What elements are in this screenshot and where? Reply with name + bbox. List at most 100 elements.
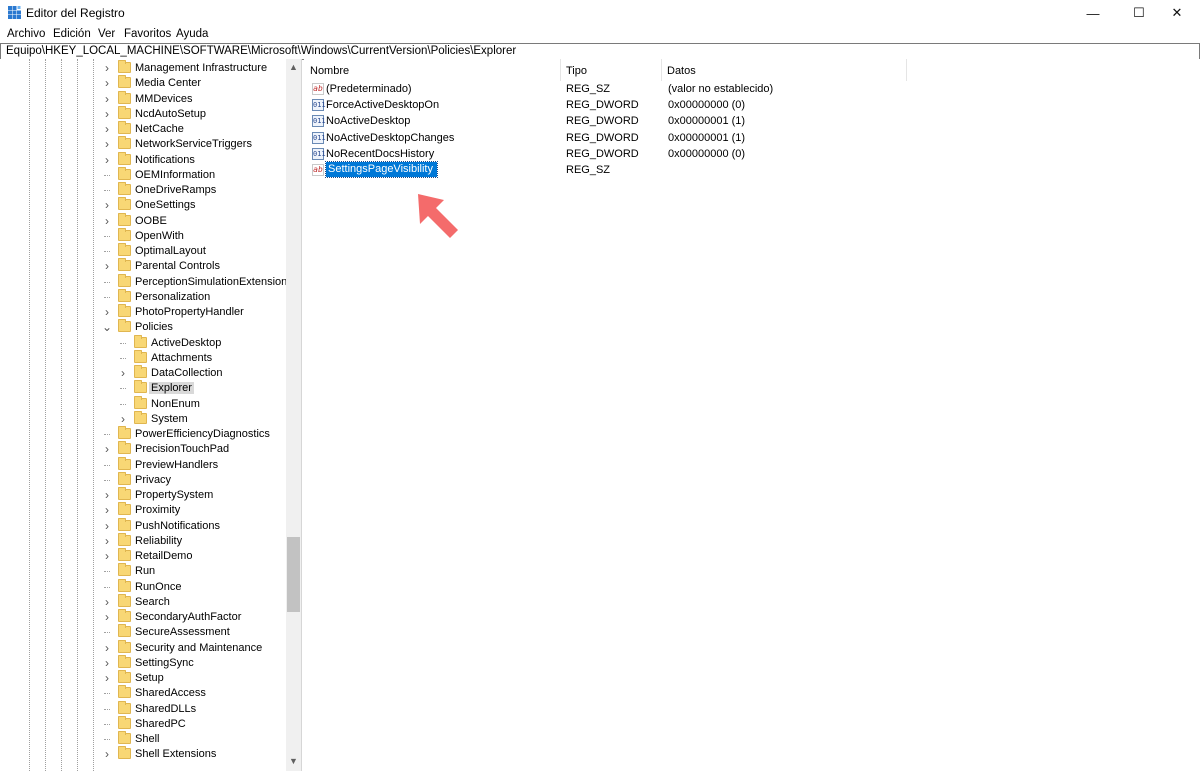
chevron-right-icon[interactable]: › [118,367,128,379]
value-row[interactable]: 011 NoActiveDesktopChanges REG_DWORD 0x0000… [304,130,1200,146]
tree-item-notifications[interactable]: › Notifications [0,151,286,168]
scroll-thumb[interactable] [287,537,300,612]
chevron-right-icon[interactable]: › [102,93,112,105]
value-row[interactable]: 011 ForceActiveDesktopOn REG_DWORD 0x000000… [304,97,1200,113]
tree-item-powerefficiencydiagnostics[interactable]: PowerEfficiencyDiagnostics [0,426,286,442]
tree-item-propertysystem[interactable]: › PropertySystem [0,487,286,503]
tree-item-privacy[interactable]: Privacy [0,471,286,488]
chevron-right-icon[interactable]: › [102,520,112,532]
tree-item-sharedaccess[interactable]: SharedAccess [0,685,286,701]
tree-item-datacollection[interactable]: › DataCollection [0,365,286,381]
value-list[interactable]: Nombre Tipo Datos ab (Predeterminado) REG_… [304,59,1200,771]
chevron-right-icon[interactable]: › [102,611,112,623]
minimize-button[interactable]: — [1070,0,1116,26]
tree-item-netcache[interactable]: › NetCache [0,121,286,137]
column-header-datos[interactable]: Datos [661,59,907,81]
chevron-right-icon[interactable]: › [118,413,128,425]
tree-item-onesettings[interactable]: › OneSettings [0,197,286,213]
chevron-right-icon[interactable]: › [102,154,112,166]
value-name: NoActiveDesktopChanges [326,131,455,144]
scroll-up-icon[interactable]: ▲ [286,59,301,75]
chevron-right-icon[interactable]: › [102,443,112,455]
tree-item-runonce[interactable]: RunOnce [0,578,286,595]
tree-item-settingsync[interactable]: › SettingSync [0,654,286,671]
chevron-right-icon[interactable]: › [102,550,112,562]
tree-item-pushnotifications[interactable]: › PushNotifications [0,517,286,534]
tree-item-previewhandlers[interactable]: PreviewHandlers [0,456,286,473]
tree-item-security-and-maintenance[interactable]: › Security and Maintenance [0,639,286,656]
tree-item-activedesktop[interactable]: ActiveDesktop [0,334,286,351]
column-header-nombre[interactable]: Nombre [304,59,561,81]
tree-item-system[interactable]: › System [0,410,286,427]
tree-item-reliability[interactable]: › Reliability [0,532,286,549]
close-button[interactable]: ✕ [1154,0,1200,26]
tree-item-precisiontouchpad[interactable]: › PrecisionTouchPad [0,441,286,457]
tree-item-setup[interactable]: › Setup [0,670,286,686]
tree-item-oeminformation[interactable]: OEMInformation [0,166,286,183]
tree-item-attachments[interactable]: Attachments [0,349,286,366]
folder-icon [134,380,147,394]
tree-scrollbar[interactable]: ▲ ▼ [286,59,301,771]
tree-item-shell-extensions[interactable]: › Shell Extensions [0,746,286,762]
tree-item-oobe[interactable]: › OOBE [0,212,286,229]
menu-ayuda[interactable]: Ayuda [176,28,208,40]
chevron-right-icon[interactable]: › [102,596,112,608]
tree-item-optimallayout[interactable]: OptimalLayout [0,243,286,259]
chevron-right-icon[interactable]: › [102,504,112,516]
scroll-down-icon[interactable]: ▼ [286,753,301,769]
tree-item-run[interactable]: Run [0,563,286,579]
chevron-right-icon[interactable]: › [102,215,112,227]
folder-icon [134,395,147,409]
tree-item-explorer[interactable]: Explorer [0,380,286,396]
tree-item-secureassessment[interactable]: SecureAssessment [0,624,286,640]
address-bar[interactable]: Equipo\HKEY_LOCAL_MACHINE\SOFTWARE\Micro… [0,43,1200,60]
tree-item-label: Notifications [135,153,195,166]
tree-item-retaildemo[interactable]: › RetailDemo [0,548,286,564]
chevron-right-icon[interactable]: › [102,672,112,684]
tree-item-mmdevices[interactable]: › MMDevices [0,90,286,107]
tree-item-personalization[interactable]: Personalization [0,288,286,305]
chevron-down-icon[interactable]: ⌄ [102,321,112,333]
tree-item-search[interactable]: › Search [0,593,286,610]
tree-item-sharedpc[interactable]: SharedPC [0,715,286,732]
chevron-right-icon[interactable]: › [102,108,112,120]
tree-item-shareddlls[interactable]: SharedDLLs [0,700,286,717]
chevron-right-icon[interactable]: › [102,199,112,211]
tree-item-parental-controls[interactable]: › Parental Controls [0,258,286,274]
column-header-tipo[interactable]: Tipo [560,59,662,81]
tree-item-media-center[interactable]: › Media Center [0,75,286,91]
chevron-right-icon[interactable]: › [102,62,112,74]
tree-item-secondaryauthfactor[interactable]: › SecondaryAuthFactor [0,609,286,625]
tree-item-photopropertyhandler[interactable]: › PhotoPropertyHandler [0,304,286,320]
chevron-right-icon[interactable]: › [102,657,112,669]
chevron-right-icon[interactable]: › [102,123,112,135]
chevron-right-icon[interactable]: › [102,748,112,760]
tree-item-perceptionsimulationextensions[interactable]: PerceptionSimulationExtensions [0,273,293,290]
tree-item-onedriveramps[interactable]: OneDriveRamps [0,182,286,198]
tree-item-management-infrastructure[interactable]: › Management Infrastructure [0,60,286,76]
menu-edicion[interactable]: Edición [53,28,91,40]
menu-ver[interactable]: Ver [98,28,115,40]
tree-item-networkservicetriggers[interactable]: › NetworkServiceTriggers [0,136,286,152]
menu-archivo[interactable]: Archivo [7,28,45,40]
chevron-right-icon[interactable]: › [102,535,112,547]
chevron-right-icon[interactable]: › [102,642,112,654]
menu-favoritos[interactable]: Favoritos [124,28,171,40]
chevron-right-icon[interactable]: › [102,260,112,272]
tree-connector [104,693,110,695]
tree-item-nonenum[interactable]: NonEnum [0,395,286,412]
value-row[interactable]: 011 NoRecentDocsHistory REG_DWORD 0x0000000… [304,146,1200,162]
chevron-right-icon[interactable]: › [102,489,112,501]
key-tree[interactable]: › Management Infrastructure › Media Center ›… [0,59,302,771]
tree-item-openwith[interactable]: OpenWith [0,227,286,244]
tree-item-shell[interactable]: Shell [0,731,286,747]
value-row[interactable]: ab (Predeterminado) REG_SZ (valor no establ… [304,81,1200,97]
tree-item-proximity[interactable]: › Proximity [0,502,286,518]
tree-item-ncdautosetup[interactable]: › NcdAutoSetup [0,105,286,122]
value-row[interactable]: ab SettingsPageVisibility REG_SZ [304,161,1200,178]
chevron-right-icon[interactable]: › [102,306,112,318]
chevron-right-icon[interactable]: › [102,138,112,150]
value-row[interactable]: 011 NoActiveDesktop REG_DWORD 0x00000001 (1… [304,113,1200,129]
tree-item-policies[interactable]: ⌄ Policies [0,319,286,335]
chevron-right-icon[interactable]: › [102,77,112,89]
